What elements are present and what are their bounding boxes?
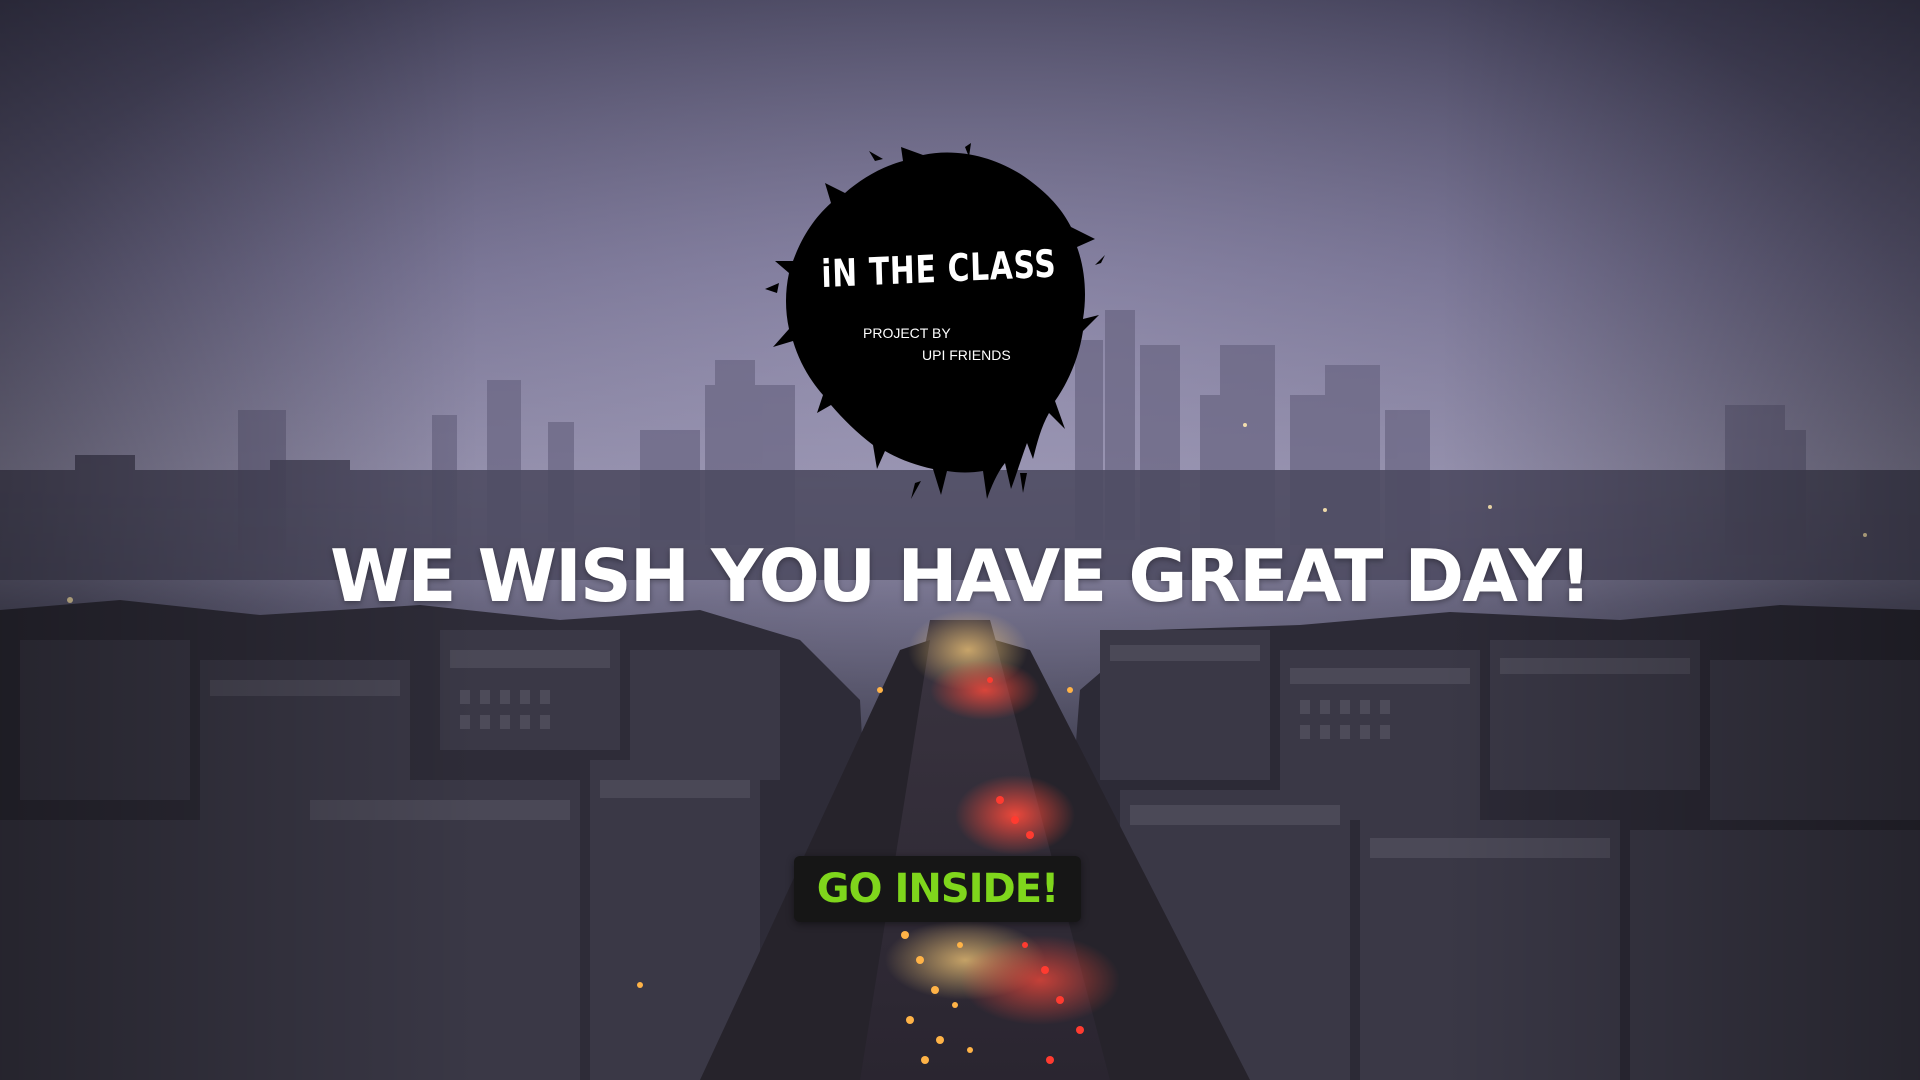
go-inside-button-label: GO INSIDE! xyxy=(816,866,1060,912)
logo-badge: iN THE CLASS PROJECT BY UPI FRIENDS xyxy=(765,143,1105,505)
go-inside-button[interactable]: GO INSIDE! xyxy=(794,856,1081,922)
logo-project-by: PROJECT BY xyxy=(863,325,951,341)
landing-page: iN THE CLASS PROJECT BY UPI FRIENDS WE W… xyxy=(0,0,1920,1080)
logo-author: UPI FRIENDS xyxy=(922,347,1011,363)
ink-blot-shape xyxy=(765,143,1105,499)
hero-headline: WE WISH YOU HAVE GREAT DAY! xyxy=(329,534,1592,618)
